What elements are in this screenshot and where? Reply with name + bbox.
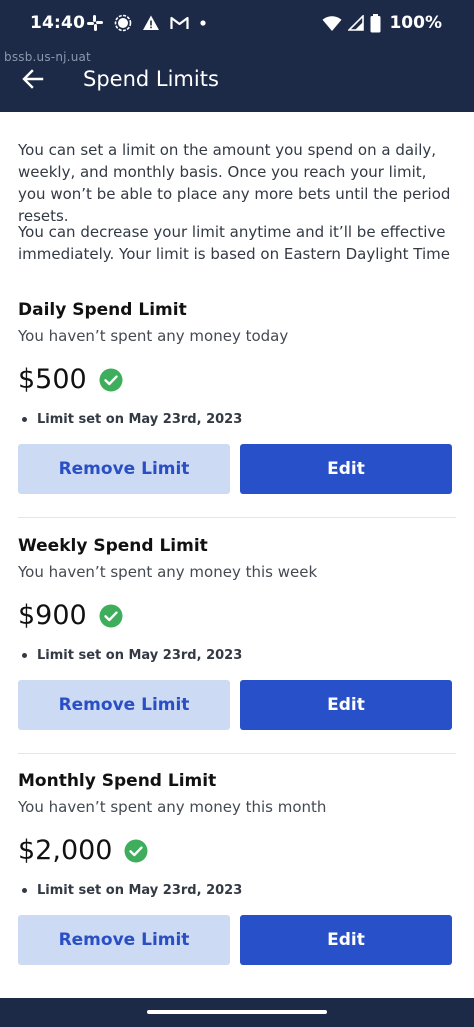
app-bar: bssb.us-nj.uat Spend Limits [0,48,474,112]
gmail-icon [170,16,189,29]
limit-title: Daily Spend Limit [18,300,187,320]
slack-icon [87,15,103,31]
limit-title: Monthly Spend Limit [18,771,217,791]
bullet-dot [22,888,27,893]
status-time: 14:40 [30,13,86,33]
check-circle-icon [99,604,123,628]
limit-amount: $500 [18,364,87,395]
limit-amount-row: $2,000 [18,835,148,866]
remove-limit-button[interactable]: Remove Limit [18,444,230,494]
limit-title: Weekly Spend Limit [18,536,208,556]
bullet-dot [22,653,27,658]
back-button[interactable] [18,64,48,94]
intro-paragraph-1: You can set a limit on the amount you sp… [18,141,451,225]
limit-amount-row: $500 [18,364,123,395]
limit-amount-row: $900 [18,600,123,631]
limit-subtitle: You haven’t spent any money today [18,327,289,345]
home-indicator[interactable] [147,1010,327,1014]
limit-date-row: Limit set on May 23rd, 2023 [22,412,242,427]
edit-limit-button[interactable]: Edit [240,680,452,730]
wifi-icon [322,15,342,31]
battery-percent: 100% [389,13,442,33]
section-divider [18,517,456,518]
intro-paragraph-2: You can decrease your limit anytime and … [18,223,450,263]
limit-date-row: Limit set on May 23rd, 2023 [22,883,242,898]
status-bar: 14:40 100% [0,0,474,48]
arrow-left-icon [22,69,44,89]
environment-label: bssb.us-nj.uat [4,50,91,64]
remove-limit-button[interactable]: Remove Limit [18,915,230,965]
limit-subtitle: You haven’t spent any money this week [18,563,318,581]
edit-limit-button[interactable]: Edit [240,444,452,494]
warning-icon [143,15,159,30]
page-title: Spend Limits [83,67,219,91]
notification-icons [86,13,207,33]
limit-date-row: Limit set on May 23rd, 2023 [22,648,242,663]
limit-date-note: Limit set on May 23rd, 2023 [37,883,243,898]
dot-icon [200,20,206,26]
cell-signal-icon [348,15,365,31]
signal-messenger-icon [114,14,132,32]
remove-limit-button[interactable]: Remove Limit [18,680,230,730]
limit-amount: $2,000 [18,835,113,866]
limit-subtitle: You haven’t spent any money this month [18,798,327,816]
system-icons: 100% [322,13,442,33]
check-circle-icon [124,839,148,863]
check-circle-icon [99,368,123,392]
system-nav-bar [0,998,474,1027]
bullet-dot [22,417,27,422]
battery-icon [370,13,381,32]
limit-date-note: Limit set on May 23rd, 2023 [37,648,243,663]
section-divider [18,753,456,754]
edit-limit-button[interactable]: Edit [240,915,452,965]
limit-amount: $900 [18,600,87,631]
limit-date-note: Limit set on May 23rd, 2023 [37,412,243,427]
